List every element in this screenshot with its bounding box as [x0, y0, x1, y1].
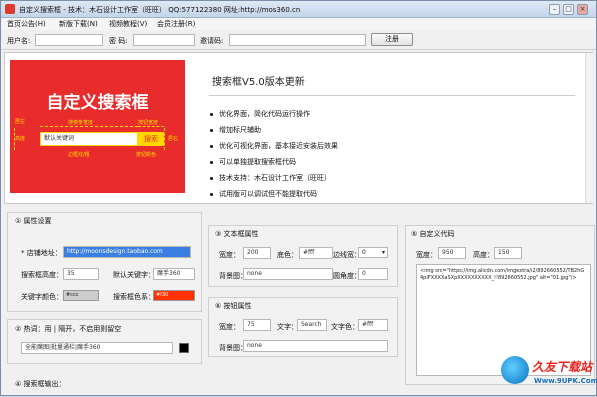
preview-area: 自定义搜索框 居左 高度 搜索条宽度 按钮宽度 居右 默认关键词 搜索 边框线/…	[4, 52, 593, 204]
app-window: 自定义搜索框 - 技术：木石设计工作室（旺旺） QQ:577122380 网址:…	[0, 0, 597, 396]
text-width-label: 宽度：	[219, 251, 240, 259]
ann-margin-left: 居左	[15, 119, 26, 125]
text-border-label: 边线宽：	[333, 251, 361, 259]
preview-scrollbar[interactable]	[585, 53, 593, 203]
border-color-label: 搜索框色系：	[113, 293, 155, 301]
hot-panel-title: ② 热词：用 | 隔开，不启用则留空	[15, 325, 122, 333]
keyword-color-label: 关键字颜色：	[21, 293, 63, 301]
search-box-preview: 自定义搜索框 居左 高度 搜索条宽度 按钮宽度 居右 默认关键词 搜索 边框线/…	[10, 60, 185, 193]
code-panel-title: ⑤ 自定义代码	[411, 230, 455, 238]
site-logo-icon	[501, 356, 529, 384]
username-input[interactable]	[35, 34, 103, 46]
btn-color-label: 文字色：	[331, 323, 359, 331]
ann-button-width: 按钮宽度	[138, 120, 159, 126]
note-item: 试用版可以调试但不能提取代码	[210, 189, 317, 199]
border-color-input[interactable]: #f30	[153, 290, 195, 301]
hot-words-input[interactable]: 全能魔图|批量通栏|魔手360	[21, 342, 173, 354]
text-border-select[interactable]: 0 ▾	[358, 247, 388, 258]
ann-button-color: 按钮颜色	[136, 152, 157, 158]
site-watermark: 久友下载站 Www.9UPK.Com	[501, 354, 597, 397]
preview-search-input: 默认关键词	[40, 132, 138, 146]
register-bar: 用户名: 密 码: 邀请码: 注册	[1, 30, 596, 50]
ann-keyword-width: 搜索条宽度	[68, 120, 94, 126]
watermark-text: 久友下载站	[532, 360, 593, 374]
search-height-input[interactable]: 35	[63, 268, 99, 280]
preview-headline: 自定义搜索框	[46, 93, 149, 113]
register-button[interactable]: 注册	[371, 33, 413, 46]
username-label: 用户名:	[7, 37, 31, 45]
password-input[interactable]	[133, 34, 195, 46]
menu-download[interactable]: 新版下载(N)	[59, 19, 98, 29]
maximize-button[interactable]: □	[563, 4, 574, 15]
ann-border-color: 边框线/粗	[68, 152, 90, 158]
note-item: 增加标尺辅助	[210, 125, 261, 135]
note-item: 优化界面，简化代码运行操作	[210, 109, 310, 119]
store-label: * 店铺地址：	[21, 249, 62, 257]
btn-color-input[interactable]: #fff	[358, 319, 388, 331]
code-height-input[interactable]: 150	[494, 247, 522, 259]
menu-video[interactable]: 视频教程(V)	[109, 19, 147, 29]
btn-width-label: 宽度：	[219, 323, 240, 331]
chevron-down-icon: ▾	[381, 249, 385, 256]
btn-width-input[interactable]: 75	[243, 319, 271, 331]
search-height-label: 搜索框高度：	[21, 271, 63, 279]
preview-search-button: 搜索	[138, 132, 164, 146]
title-bar: 自定义搜索框 - 技术：木石设计工作室（旺旺） QQ:577122380 网址:…	[1, 1, 596, 18]
ann-margin-right: 居右	[168, 136, 179, 142]
attr-panel-title: ① 属性设置	[15, 217, 52, 225]
menu-bar: 首页公告(H) 新版下载(N) 视频教程(V) 会员注册(R)	[1, 18, 596, 30]
code-width-label: 宽度：	[416, 251, 437, 259]
default-keyword-input[interactable]: 魔手360	[153, 268, 195, 280]
hot-color-swatch[interactable]	[179, 343, 189, 353]
btn-panel-title: ⑥ 按钮属性	[215, 302, 252, 310]
divider	[209, 95, 575, 96]
btn-bgimg-input[interactable]: none	[243, 340, 388, 352]
text-round-input[interactable]: 0	[358, 268, 388, 280]
version-title: 搜索框V5.0版本更新	[212, 77, 305, 88]
ann-height: 高度	[15, 136, 26, 142]
close-button[interactable]: ×	[577, 4, 588, 15]
text-bgimg-input[interactable]: none	[243, 268, 333, 280]
text-width-input[interactable]: 200	[243, 247, 271, 259]
code-width-input[interactable]: 950	[438, 247, 466, 259]
default-keyword-label: 默认关键字：	[113, 271, 155, 279]
btn-text-label: 文字：	[277, 323, 298, 331]
app-icon	[5, 4, 15, 14]
invite-label: 邀请码:	[200, 37, 224, 45]
menu-register[interactable]: 会员注册(R)	[157, 19, 195, 29]
watermark-url: Www.9UPK.Com	[534, 377, 597, 385]
note-item: 可以单独提取搜索框代码	[210, 157, 296, 167]
text-panel-title: ③ 文本框属性	[215, 230, 259, 238]
minimize-button[interactable]: –	[549, 4, 560, 15]
text-bg-label: 底色：	[277, 251, 298, 259]
btn-text-input[interactable]: Search	[297, 319, 327, 331]
window-title: 自定义搜索框 - 技术：木石设计工作室（旺旺） QQ:577122380 网址:…	[19, 6, 301, 14]
note-item: 优化可视化界面，基本接近安装后效果	[210, 141, 338, 151]
store-input[interactable]: http://moonsdesign.taobao.com	[63, 246, 191, 258]
keyword-color-input[interactable]: #ccc	[63, 290, 99, 301]
output-panel-title: ④ 搜索框输出：	[15, 380, 66, 388]
text-bg-input[interactable]: #fff	[299, 247, 333, 259]
text-round-label: 圆角度：	[333, 272, 361, 280]
invite-input[interactable]	[229, 34, 366, 46]
code-height-label: 高度：	[473, 251, 494, 259]
menu-home[interactable]: 首页公告(H)	[7, 19, 46, 29]
password-label: 密 码:	[109, 37, 128, 45]
note-item: 技术支持：木石设计工作室（旺旺）	[210, 173, 331, 183]
